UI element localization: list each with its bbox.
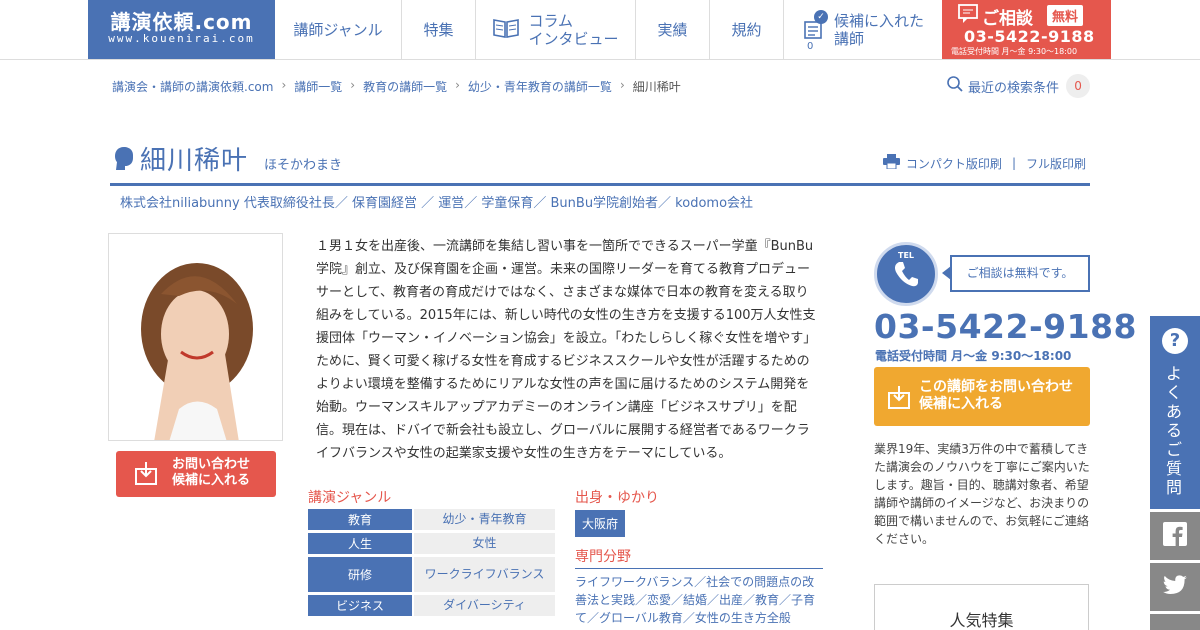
search-icon bbox=[946, 75, 964, 97]
breadcrumb: 講演会・講師の講演依頼.com › 講師一覧 › 教育の講師一覧 › 幼少・青年… bbox=[112, 78, 681, 95]
faq-tab[interactable]: ? よくあるご質問 bbox=[1150, 316, 1200, 509]
genre-category[interactable]: 教育 bbox=[308, 509, 412, 530]
chevron-right-icon: › bbox=[619, 78, 625, 92]
add-candidate-label: 候補に入れる bbox=[172, 473, 251, 488]
facebook-icon bbox=[1163, 522, 1187, 550]
popular-features-title: 人気特集 bbox=[949, 611, 1014, 630]
tel-badge: TEL bbox=[874, 242, 938, 306]
genre-row: 人生 女性 bbox=[308, 533, 555, 554]
facebook-share-button[interactable] bbox=[1150, 512, 1200, 560]
speaker-bio: １男１女を出産後、一流講師を集結し習い事を一箇所でできるスーパー学童『BunBu… bbox=[316, 239, 817, 461]
popular-features-box[interactable]: 人気特集 bbox=[874, 584, 1089, 630]
recent-search-count: 0 bbox=[1066, 74, 1091, 98]
breadcrumb-link[interactable]: 幼少・青年教育の講師一覧 bbox=[468, 78, 612, 95]
full-print-link[interactable]: フル版印刷 bbox=[1026, 155, 1086, 172]
person-head-icon bbox=[114, 146, 134, 176]
genre-value[interactable]: ワークライフバランス bbox=[414, 557, 555, 592]
question-icon: ? bbox=[1162, 328, 1188, 354]
nav-results-label: 実績 bbox=[657, 21, 688, 39]
genre-heading: 講演ジャンル bbox=[308, 490, 392, 506]
genre-category[interactable]: ビジネス bbox=[308, 595, 412, 616]
speaker-photo bbox=[108, 233, 283, 441]
phone-hours: 電話受付時間 月〜金 9:30〜18:00 bbox=[875, 349, 1072, 363]
recent-search-button[interactable]: 最近の検索条件 0 bbox=[946, 74, 1091, 98]
tel-label: TEL bbox=[897, 251, 915, 260]
genre-row: 研修 ワークライフバランス bbox=[308, 557, 555, 592]
consult-hours: 電話受付時間 月〜金 9:30〜18:00 bbox=[951, 47, 1078, 56]
faq-label: よくあるご質問 bbox=[1166, 364, 1183, 497]
genre-value[interactable]: ダイバーシティ bbox=[414, 595, 555, 616]
nav-genre-label: 講師ジャンル bbox=[293, 21, 383, 39]
chevron-right-icon: › bbox=[455, 78, 460, 92]
speaker-title-row: 細川稀叶 ほそかわまき コンパクト版印刷 | フル版印刷 bbox=[110, 138, 1090, 186]
consult-phone: 03-5422-9188 bbox=[964, 27, 1095, 46]
breadcrumb-link[interactable]: 講師一覧 bbox=[294, 78, 342, 95]
logo-sub-text: www.kouenirai.com bbox=[108, 32, 255, 45]
genre-value[interactable]: 女性 bbox=[414, 533, 555, 554]
free-consult-bubble: ご相談は無料です。 bbox=[950, 255, 1090, 292]
book-icon bbox=[492, 17, 520, 43]
divider: | bbox=[1011, 156, 1016, 170]
breadcrumb-current: 細川稀叶 bbox=[632, 80, 681, 94]
nav-results[interactable]: 実績 bbox=[636, 0, 710, 59]
field-divider bbox=[575, 568, 823, 569]
inquiry-candidate-button[interactable]: お問い合わせ 候補に入れる bbox=[116, 451, 276, 497]
download-box-icon bbox=[888, 385, 910, 413]
origin-heading: 出身・ゆかり bbox=[575, 490, 659, 506]
nav-column[interactable]: コラム インタビュー bbox=[476, 0, 636, 59]
genre-row: 教育 幼少・青年教育 bbox=[308, 509, 555, 530]
field-text[interactable]: ライフワークバランス／社会での問題点の改善法と実践／恋愛／結婚／出産／教育／子育… bbox=[575, 573, 823, 627]
recent-search-label: 最近の検索条件 bbox=[968, 80, 1060, 96]
chevron-right-icon: › bbox=[281, 78, 287, 92]
speaker-name: 細川稀叶 bbox=[140, 146, 249, 176]
field-heading: 専門分野 bbox=[575, 549, 631, 565]
nav-candidates[interactable]: ✓ 0 候補に入れた 講師 bbox=[784, 0, 942, 59]
site-header: 講演依頼.com www.kouenirai.com 講師ジャンル 特集 コラム… bbox=[0, 0, 1200, 60]
consult-title: ご相談 bbox=[982, 9, 1033, 29]
genre-category[interactable]: 研修 bbox=[308, 557, 412, 592]
check-icon: ✓ bbox=[814, 10, 828, 24]
add-candidate-label: 候補に入れる bbox=[919, 396, 1003, 412]
twitter-icon bbox=[1163, 575, 1187, 599]
download-box-icon bbox=[135, 461, 157, 489]
candidates-count: 0 bbox=[807, 41, 814, 52]
speaker-titles: 株式会社niliabunny 代表取締役社長／ 保育園経営 ／ 運営／ 学童保育… bbox=[120, 196, 754, 211]
site-logo[interactable]: 講演依頼.com www.kouenirai.com bbox=[88, 0, 275, 59]
genre-category[interactable]: 人生 bbox=[308, 533, 412, 554]
breadcrumb-link[interactable]: 講演会・講師の講演依頼.com bbox=[112, 78, 273, 95]
origin-tag[interactable]: 大阪府 bbox=[575, 510, 626, 537]
nav-genre[interactable]: 講師ジャンル bbox=[275, 0, 402, 59]
free-badge: 無料 bbox=[1047, 5, 1084, 26]
nav-special-label: 特集 bbox=[423, 21, 454, 39]
phone-icon bbox=[893, 262, 919, 292]
inquiry-speaker-label: この講師をお問い合わせ bbox=[919, 379, 1073, 395]
breadcrumb-link[interactable]: 教育の講師一覧 bbox=[363, 78, 447, 95]
chevron-right-icon: › bbox=[350, 78, 356, 92]
nav-interview-label: インタビュー bbox=[528, 29, 619, 48]
phone-number[interactable]: 03-5422-9188 bbox=[874, 307, 1137, 346]
inquiry-this-speaker-button[interactable]: この講師をお問い合わせ 候補に入れる bbox=[874, 367, 1090, 426]
nav-candidates-label-1: 候補に入れた bbox=[833, 11, 924, 30]
speaker-kana: ほそかわまき bbox=[264, 158, 343, 173]
print-links: コンパクト版印刷 | フル版印刷 bbox=[882, 154, 1086, 172]
compact-print-link[interactable]: コンパクト版印刷 bbox=[906, 155, 1002, 172]
logo-main-text: 講演依頼.com bbox=[110, 10, 253, 34]
nav-column-label: コラム bbox=[528, 11, 574, 30]
twitter-share-button[interactable] bbox=[1150, 563, 1200, 611]
inquiry-label: お問い合わせ bbox=[172, 457, 251, 472]
share-button[interactable] bbox=[1150, 614, 1200, 630]
nav-rules[interactable]: 規約 bbox=[710, 0, 784, 59]
printer-icon bbox=[882, 154, 900, 172]
chat-icon bbox=[958, 4, 978, 28]
genre-value[interactable]: 幼少・青年教育 bbox=[414, 509, 555, 530]
genre-table: 教育 幼少・青年教育 人生 女性 研修 ワークライフバランス ビジネス ダイバー… bbox=[308, 509, 555, 619]
consult-banner[interactable]: ご相談 無料 03-5422-9188 電話受付時間 月〜金 9:30〜18:0… bbox=[942, 0, 1111, 59]
service-description: 業界19年、実績3万件の中で蓄積してきた講演会のノウハウを丁寧にご案内いたします… bbox=[874, 442, 1090, 546]
nav-rules-label: 規約 bbox=[731, 21, 762, 39]
nav-candidates-label-2: 講師 bbox=[833, 29, 864, 48]
genre-row: ビジネス ダイバーシティ bbox=[308, 595, 555, 616]
nav-special[interactable]: 特集 bbox=[402, 0, 476, 59]
